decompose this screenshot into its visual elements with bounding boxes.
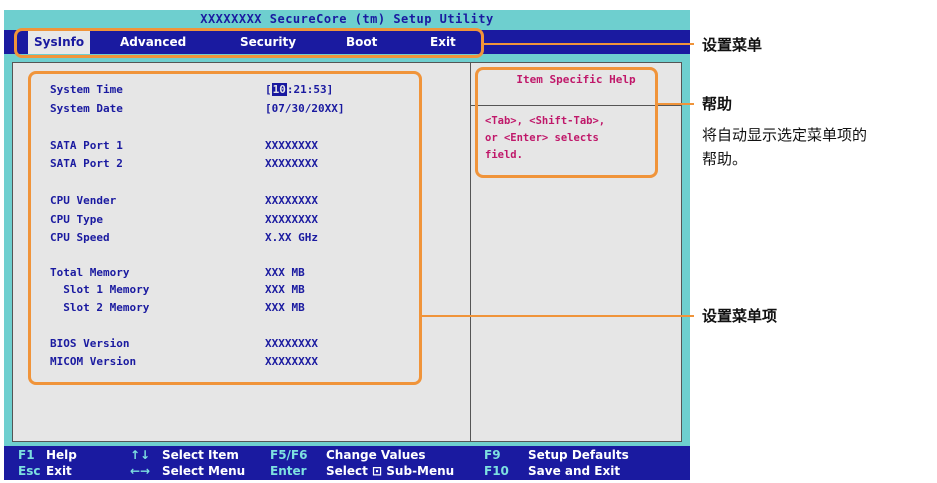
key-f5f6: F5/F6 <box>270 448 308 462</box>
menu-leader-line <box>484 43 694 45</box>
left-right-arrows-icon: ←→ <box>130 464 151 478</box>
key-f1: F1 <box>18 448 35 462</box>
help-callout-label: 帮助 <box>702 95 733 113</box>
help-divider <box>470 63 471 441</box>
items-leader-line <box>422 315 694 317</box>
select-menu-desc: Select Menu <box>162 464 246 478</box>
key-f1-desc: Help <box>46 448 77 462</box>
key-help-footer: F1 Help ↑↓ Select Item F5/F6 Change Valu… <box>4 446 690 480</box>
bios-title: XXXXXXXX SecureCore (tm) Setup Utility <box>200 12 494 26</box>
change-values-desc: Change Values <box>326 448 426 462</box>
setup-defaults-desc: Setup Defaults <box>528 448 629 462</box>
help-callout-desc-1: 将自动显示选定菜单项的 <box>702 126 868 144</box>
key-enter: Enter <box>270 464 307 478</box>
key-esc: Esc <box>18 464 41 478</box>
menu-callout-box <box>14 28 484 58</box>
select-item-desc: Select Item <box>162 448 239 462</box>
select-submenu-desc: Select ⊡ Sub-Menu <box>326 464 455 478</box>
key-f10: F10 <box>484 464 509 478</box>
help-callout-box <box>475 67 658 178</box>
items-callout-box <box>28 71 422 385</box>
help-callout-desc-2: 帮助。 <box>702 150 748 168</box>
items-callout-label: 设置菜单项 <box>702 307 778 325</box>
up-down-arrows-icon: ↑↓ <box>130 448 151 462</box>
save-and-exit-desc: Save and Exit <box>528 464 621 478</box>
key-esc-desc: Exit <box>46 464 72 478</box>
key-f9: F9 <box>484 448 501 462</box>
menu-callout-label: 设置菜单 <box>702 36 763 54</box>
help-leader-line <box>658 103 694 105</box>
